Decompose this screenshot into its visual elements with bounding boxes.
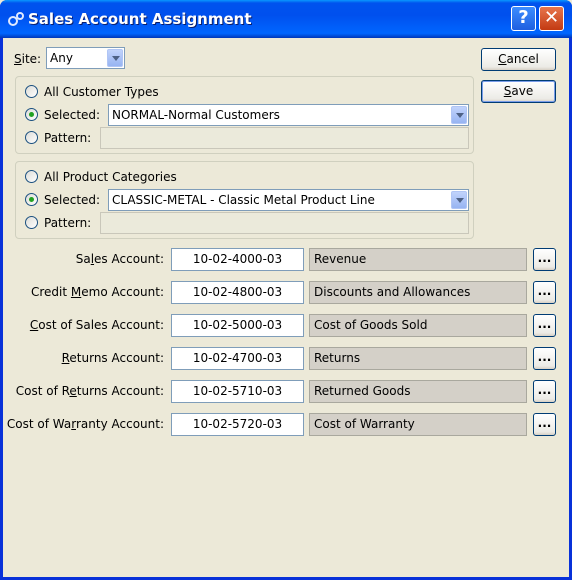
close-icon[interactable]: ✕: [539, 6, 564, 31]
account-label: Credit Memo Account:: [31, 285, 164, 299]
account-number-input[interactable]: 10-02-5000-03: [171, 314, 304, 337]
chevron-down-icon[interactable]: [107, 49, 123, 67]
cancel-button[interactable]: Cancel: [481, 48, 556, 71]
customer-type-pattern-field[interactable]: [100, 127, 469, 149]
product-category-select[interactable]: CLASSIC-METAL - Classic Metal Product Li…: [108, 189, 469, 211]
account-description: Revenue: [309, 248, 527, 271]
account-label: Cost of Warranty Account:: [6, 417, 164, 431]
account-label: Cost of Sales Account:: [29, 318, 164, 332]
selected-product-category-radio[interactable]: [25, 193, 38, 206]
dialog-window: Sales Account Assignment ? ✕ Site: Any C…: [0, 0, 572, 580]
account-lookup-button[interactable]: ...: [533, 413, 556, 436]
account-lookup-button[interactable]: ...: [533, 248, 556, 271]
all-product-categories-label: All Product Categories: [44, 170, 177, 184]
account-number-input[interactable]: 10-02-5720-03: [171, 413, 304, 436]
pattern-customer-type-radio[interactable]: [25, 131, 38, 144]
account-number-input[interactable]: 10-02-4700-03: [171, 347, 304, 370]
account-lookup-button[interactable]: ...: [533, 347, 556, 370]
site-select[interactable]: Any: [46, 47, 125, 69]
customer-type-select[interactable]: NORMAL-Normal Customers: [108, 104, 469, 126]
account-number-input[interactable]: 10-02-4800-03: [171, 281, 304, 304]
account-description: Returned Goods: [309, 380, 527, 403]
product-category-group: All Product Categories Selected: CLASSIC…: [15, 161, 474, 239]
site-value: Any: [50, 51, 73, 65]
customer-type-group: All Customer Types Selected: NORMAL-Norm…: [15, 76, 474, 154]
product-category-value: CLASSIC-METAL - Classic Metal Product Li…: [112, 193, 375, 207]
help-icon[interactable]: ?: [511, 6, 536, 31]
account-number-input[interactable]: 10-02-5710-03: [171, 380, 304, 403]
all-product-categories-radio[interactable]: [25, 170, 38, 183]
account-description: Returns: [309, 347, 527, 370]
all-customer-types-label: All Customer Types: [44, 85, 159, 99]
title-bar[interactable]: Sales Account Assignment ? ✕: [0, 0, 572, 38]
selected-customer-type-radio[interactable]: [25, 108, 38, 121]
pattern-customer-type-label: Pattern:: [44, 131, 92, 145]
selected-customer-type-label: Selected:: [44, 108, 101, 122]
site-label: Site:: [14, 52, 42, 66]
account-lookup-button[interactable]: ...: [533, 380, 556, 403]
chevron-down-icon[interactable]: [451, 191, 467, 209]
selected-product-category-label: Selected:: [44, 193, 101, 207]
account-description: Cost of Warranty: [309, 413, 527, 436]
all-customer-types-radio[interactable]: [25, 85, 38, 98]
account-description: Discounts and Allowances: [309, 281, 527, 304]
window-title: Sales Account Assignment: [28, 10, 252, 28]
product-category-pattern-field[interactable]: [100, 212, 469, 234]
chevron-down-icon[interactable]: [451, 106, 467, 124]
account-label: Sales Account:: [75, 252, 164, 266]
account-lookup-button[interactable]: ...: [533, 314, 556, 337]
account-label: Returns Account:: [61, 351, 164, 365]
account-description: Cost of Goods Sold: [309, 314, 527, 337]
save-button[interactable]: Save: [481, 80, 556, 103]
pattern-product-category-radio[interactable]: [25, 216, 38, 229]
gears-icon: [8, 12, 24, 26]
customer-type-value: NORMAL-Normal Customers: [112, 108, 280, 122]
account-number-input[interactable]: 10-02-4000-03: [171, 248, 304, 271]
pattern-product-category-label: Pattern:: [44, 216, 92, 230]
account-lookup-button[interactable]: ...: [533, 281, 556, 304]
account-label: Cost of Returns Account:: [15, 384, 164, 398]
